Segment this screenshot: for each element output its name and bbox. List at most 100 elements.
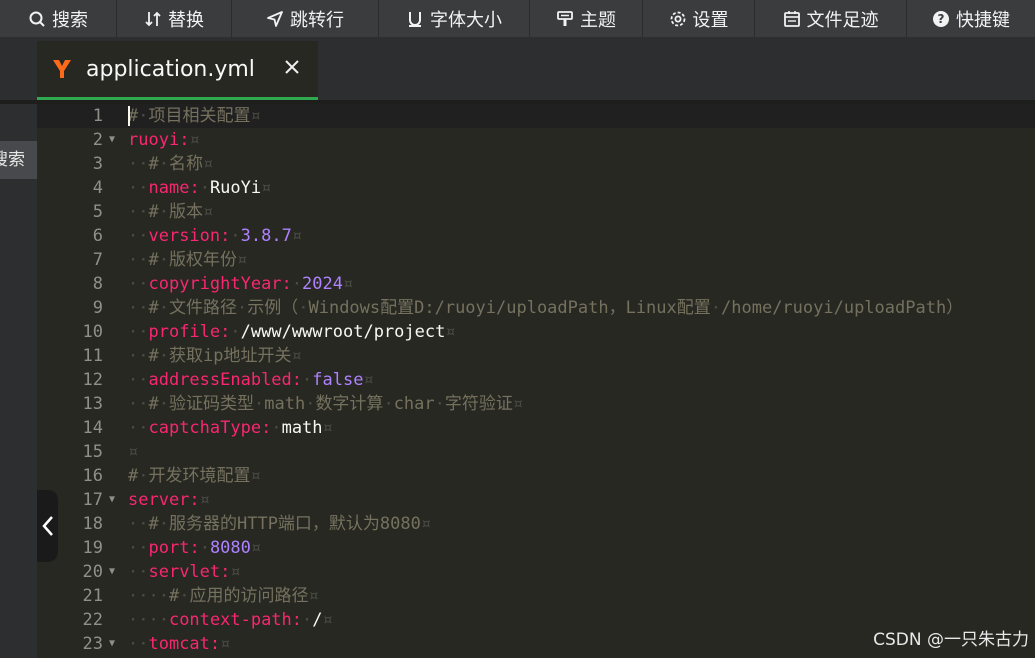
- code-line[interactable]: 20 ▼ ··servlet:¤: [37, 560, 1035, 584]
- collapse-panel-button[interactable]: [37, 490, 58, 562]
- code-line[interactable]: 13 ··#·验证码类型·math·数字计算·char·字符验证¤: [37, 392, 1035, 416]
- settings-button[interactable]: 设置: [643, 0, 755, 37]
- code-token: ·: [302, 610, 313, 630]
- code-token: ¤: [512, 394, 524, 414]
- fold-arrow-icon[interactable]: ▼: [109, 560, 115, 584]
- code-token: ··: [128, 154, 149, 174]
- calendar-icon: [783, 10, 801, 28]
- code-text: ··copyrightYear:·2024¤: [128, 272, 353, 296]
- code-token: #: [148, 298, 159, 318]
- code-token: 验证码类型: [168, 394, 254, 414]
- close-icon[interactable]: [282, 57, 302, 77]
- code-editor[interactable]: 1 #·项目相关配置¤ 2 ▼ ruoyi:¤ 3 ··#·名称¤ 4 ··name:·RuoY…: [37, 104, 1035, 658]
- line-number: 5: [92, 202, 103, 222]
- shortcuts-button[interactable]: ? 快捷键: [907, 0, 1035, 37]
- code-line[interactable]: 6 ··version:·3.8.7¤: [37, 224, 1035, 248]
- code-token: math: [281, 418, 323, 438]
- code-token: 字符验证: [444, 394, 513, 414]
- code-token: ····: [128, 586, 169, 606]
- code-token: ··: [128, 202, 149, 222]
- code-line[interactable]: 2 ▼ ruoyi:¤: [37, 128, 1035, 152]
- code-token: ·: [305, 394, 316, 414]
- code-line[interactable]: 11 ··#·获取ip地址开关¤: [37, 344, 1035, 368]
- code-line[interactable]: 5 ··#·版本¤: [37, 200, 1035, 224]
- top-toolbar: 搜索 替换 跳转行 字体大小 主题 设置 文件足迹 ? 快捷键: [0, 0, 1035, 37]
- code-token: ····: [128, 610, 169, 630]
- code-token: ruoyi: [128, 130, 180, 150]
- code-line[interactable]: 12 ··addressEnabled:·false¤: [37, 368, 1035, 392]
- code-token: ¤: [230, 562, 241, 582]
- code-line[interactable]: 14 ··captchaType:·math¤: [37, 416, 1035, 440]
- code-token: #: [148, 394, 159, 414]
- code-text: ··#·服务器的HTTP端口，默认为8080¤: [128, 512, 431, 536]
- code-token: ·: [138, 466, 149, 486]
- code-line[interactable]: 19 ··port:·8080¤: [37, 536, 1035, 560]
- code-token: ·: [158, 514, 169, 534]
- line-number: 11: [82, 346, 103, 366]
- code-text: ··#·版本¤: [128, 200, 213, 224]
- code-line[interactable]: 9 ··#·文件路径·示例（·Windows配置D:/ruoyi/uploadPa…: [37, 296, 1035, 320]
- code-line[interactable]: 4 ··name:·RuoYi¤: [37, 176, 1035, 200]
- code-line[interactable]: 17 ▼ server:¤: [37, 488, 1035, 512]
- fold-arrow-icon[interactable]: ▼: [109, 488, 115, 512]
- line-number: 12: [82, 370, 103, 390]
- code-text: ··tomcat:¤: [128, 632, 230, 656]
- code-text: ··name:·RuoYi¤: [128, 176, 271, 200]
- code-text: ··addressEnabled:·false¤: [128, 368, 374, 392]
- fold-arrow-icon[interactable]: ▼: [109, 128, 115, 152]
- code-token: servlet: [148, 562, 221, 582]
- search-button[interactable]: 搜索: [0, 0, 117, 37]
- code-line[interactable]: 10 ··profile:·/www/wwwroot/project¤: [37, 320, 1035, 344]
- font-size-icon: [406, 10, 424, 28]
- code-token: profile: [148, 322, 221, 342]
- code-token: ··: [128, 322, 149, 342]
- file-history-button[interactable]: 文件足迹: [755, 0, 907, 37]
- code-token: ·: [271, 418, 282, 438]
- code-text: ¤: [128, 440, 138, 464]
- line-number: 7: [92, 250, 103, 270]
- code-token: ·: [291, 274, 303, 294]
- search-icon: [28, 10, 46, 28]
- theme-button-label: 主题: [580, 9, 616, 31]
- code-line[interactable]: 3 ··#·名称¤: [37, 152, 1035, 176]
- fold-arrow-icon[interactable]: ▼: [109, 632, 115, 656]
- code-token: ¤: [202, 154, 214, 174]
- tab-application-yml[interactable]: application.yml: [37, 41, 318, 100]
- code-token: :: [220, 226, 231, 246]
- code-token: ¤: [250, 466, 261, 486]
- code-token: :: [189, 490, 200, 510]
- goto-line-button[interactable]: 跳转行: [232, 0, 379, 37]
- code-token: name: [148, 178, 190, 198]
- code-token: 2024: [302, 274, 343, 294]
- code-line[interactable]: 7 ··#·版权年份¤: [37, 248, 1035, 272]
- code-token: ¤: [250, 106, 261, 126]
- code-token: ··: [128, 226, 149, 246]
- theme-button[interactable]: 主题: [530, 0, 643, 37]
- search-button-label: 搜索: [52, 9, 88, 31]
- side-search-tab[interactable]: 搜索: [0, 141, 37, 179]
- code-token: 示例（: [247, 298, 299, 318]
- code-text: #·开发环境配置¤: [128, 464, 261, 488]
- code-line[interactable]: 16 #·开发环境配置¤: [37, 464, 1035, 488]
- left-side-panel: 搜索: [0, 37, 37, 658]
- code-line[interactable]: 1 #·项目相关配置¤: [37, 104, 1035, 128]
- code-token: ·: [253, 394, 265, 414]
- code-token: ··: [128, 346, 149, 366]
- code-line[interactable]: 8 ··copyrightYear:·2024¤: [37, 272, 1035, 296]
- code-token: :: [189, 538, 200, 558]
- code-token: #: [148, 154, 159, 174]
- code-text: ··#·获取ip地址开关¤: [128, 344, 302, 368]
- code-text: ··servlet:¤: [128, 560, 241, 584]
- font-size-button[interactable]: 字体大小: [379, 0, 530, 37]
- code-line[interactable]: 21 ····#·应用的访问路径¤: [37, 584, 1035, 608]
- code-token: ¤: [322, 418, 333, 438]
- code-line[interactable]: 18 ··#·服务器的HTTP端口，默认为8080¤: [37, 512, 1035, 536]
- code-token: RuoYi: [209, 178, 262, 198]
- settings-button-label: 设置: [692, 9, 729, 31]
- code-token: ··: [128, 370, 149, 390]
- code-token: context-path: [168, 610, 292, 630]
- code-line[interactable]: 15 ¤: [37, 440, 1035, 464]
- line-number: 1: [92, 106, 103, 126]
- code-text: ··captchaType:·math¤: [128, 416, 333, 440]
- replace-button[interactable]: 替换: [117, 0, 232, 37]
